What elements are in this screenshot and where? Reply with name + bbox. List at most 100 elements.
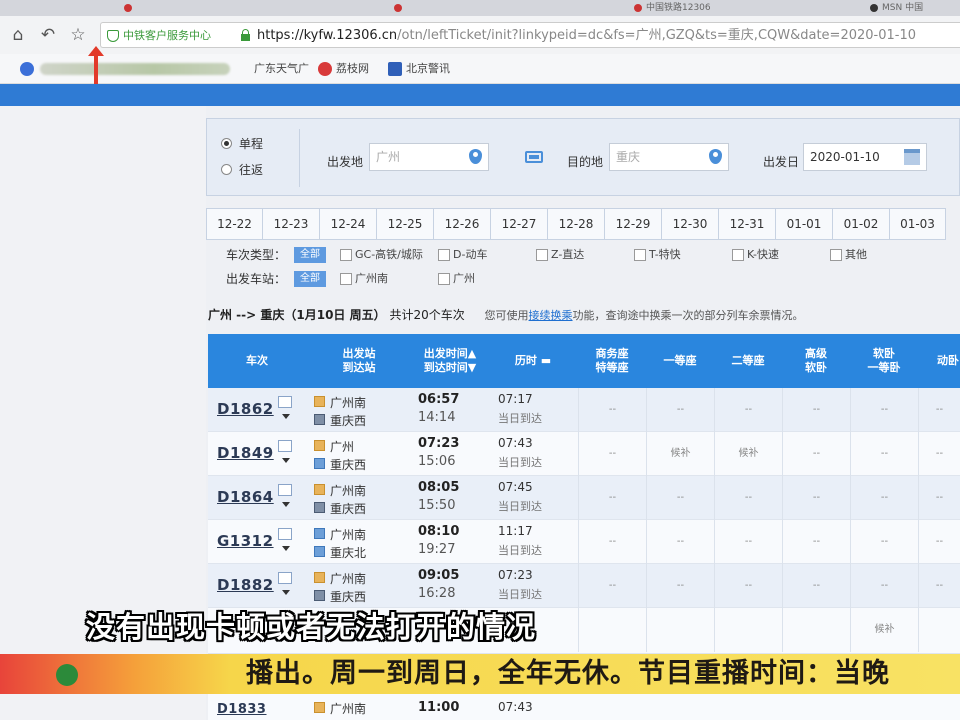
waitlist-cell[interactable]: 候补	[850, 608, 918, 652]
train-number-link[interactable]: D1849	[217, 444, 274, 462]
waitlist-cell[interactable]: 候补	[714, 432, 782, 476]
date-input[interactable]: 2020-01-10	[803, 143, 927, 171]
browser-tab[interactable]: MSN 中国	[866, 0, 923, 16]
date-tab[interactable]: 12-30	[662, 208, 719, 240]
bookmark-item[interactable]: 广东天气广	[236, 61, 309, 77]
train-number-link[interactable]: D1862	[217, 400, 274, 418]
expand-arrow-icon[interactable]	[282, 458, 290, 463]
transfer-tip: 您可使用接续换乘功能，查询途中换乘一次的部分列车余票情况。	[485, 309, 804, 322]
all-stations-button[interactable]: 全部	[294, 271, 326, 287]
seat-cell: --	[578, 388, 646, 432]
browser-tab[interactable]	[120, 0, 136, 16]
tab-label: MSN 中国	[882, 3, 924, 13]
train-info-icon[interactable]	[278, 572, 292, 584]
filter-checkbox[interactable]: GC-高铁/城际	[340, 246, 423, 264]
date-tab[interactable]: 12-26	[434, 208, 491, 240]
train-info-icon[interactable]	[278, 484, 292, 496]
bookmark-item[interactable]: 北京警讯	[388, 61, 450, 77]
waitlist-cell[interactable]: 候补	[646, 432, 714, 476]
arrive-day: 当日到达	[498, 544, 542, 557]
train-number-link[interactable]: G1312	[217, 532, 274, 550]
filter-checkbox[interactable]: 其他	[830, 246, 867, 264]
seat-cell: --	[714, 520, 782, 564]
roundtrip-radio[interactable]: 往返	[221, 163, 263, 177]
arrival-time: 15:50	[418, 498, 456, 513]
date-tab[interactable]: 12-31	[719, 208, 776, 240]
date-tab[interactable]: 12-22	[206, 208, 263, 240]
end-station-icon	[314, 502, 325, 513]
date-tab[interactable]: 01-02	[833, 208, 890, 240]
col-label: 高级	[805, 347, 827, 360]
expand-arrow-icon[interactable]	[282, 502, 290, 507]
date-tab[interactable]: 12-29	[605, 208, 662, 240]
col-train[interactable]: 车次	[208, 334, 306, 388]
to-station: 重庆西	[314, 500, 366, 517]
train-number-link[interactable]: D1864	[217, 488, 274, 506]
bookmark-item[interactable]	[20, 61, 38, 77]
filter-checkbox[interactable]: D-动车	[438, 246, 487, 264]
bookmark-item[interactable]: 荔枝网	[318, 61, 369, 77]
col-duration[interactable]: 历时 ▬	[488, 334, 578, 388]
back-icon[interactable]: ↶	[38, 25, 58, 45]
browser-tab[interactable]: 中国铁路12306	[630, 0, 711, 16]
train-info-icon[interactable]	[278, 396, 292, 408]
station-filter: 出发车站： 全部 广州南 广州	[226, 270, 960, 288]
tab-label: 中国铁路12306	[646, 3, 711, 13]
station-checkbox[interactable]: 广州	[438, 270, 475, 288]
ev-cert-badge[interactable]: 中铁客户服务中心	[105, 27, 229, 45]
favorite-star-icon[interactable]: ☆	[68, 25, 88, 45]
date-tab[interactable]: 12-24	[320, 208, 377, 240]
filter-checkbox[interactable]: Z-直达	[536, 246, 584, 264]
col-soft-sleeper: 软卧 一等卧	[850, 334, 918, 388]
transfer-link[interactable]: 接续换乘	[529, 309, 573, 322]
browser-tab[interactable]	[390, 0, 406, 16]
date-tab[interactable]: 01-03	[890, 208, 946, 240]
news-ticker: 播出。周一到周日，全年无休。节目重播时间：当晚	[0, 654, 960, 694]
all-types-button[interactable]: 全部	[294, 247, 326, 263]
train-info-icon[interactable]	[278, 440, 292, 452]
from-label: 出发地	[327, 155, 364, 169]
date-tab[interactable]: 12-23	[263, 208, 320, 240]
col-times[interactable]: 出发时间▲ 到达时间▼	[412, 334, 488, 388]
seat-cell	[782, 608, 850, 652]
police-icon	[388, 62, 402, 76]
departure-time: 08:05	[418, 480, 460, 495]
train-info-icon[interactable]	[278, 528, 292, 540]
oneway-radio[interactable]: 单程	[221, 137, 263, 151]
train-number-link[interactable]: D1882	[217, 576, 274, 594]
location-pin-icon[interactable]	[709, 149, 722, 164]
filter-checkbox[interactable]: K-快速	[732, 246, 779, 264]
date-tab[interactable]: 12-25	[377, 208, 434, 240]
station-name: 广州南	[330, 702, 367, 716]
home-icon[interactable]: ⌂	[8, 25, 28, 45]
seat-cell: --	[578, 432, 646, 476]
from-station: 广州南	[314, 570, 366, 587]
from-station: 广州南	[314, 482, 366, 499]
train-number-link[interactable]: D1833	[217, 702, 266, 717]
ticker-text: 播出。周一到周日，全年无休。节目重播时间：当晚	[246, 658, 890, 689]
divider	[299, 129, 300, 187]
seat-cell: --	[850, 520, 918, 564]
expand-arrow-icon[interactable]	[282, 414, 290, 419]
expand-arrow-icon[interactable]	[282, 590, 290, 595]
calendar-icon[interactable]	[904, 149, 920, 165]
from-station-input[interactable]: 广州	[369, 143, 489, 171]
date-tab[interactable]: 12-28	[548, 208, 605, 240]
from-station: 广州	[314, 438, 354, 455]
filter-checkbox[interactable]: T-特快	[634, 246, 681, 264]
to-station-input[interactable]: 重庆	[609, 143, 729, 171]
date-tab[interactable]: 01-01	[776, 208, 833, 240]
tab-favicon-icon	[124, 4, 132, 12]
radio-checked-icon	[221, 138, 232, 149]
filter-label: 车次类型：	[226, 248, 287, 262]
station-checkbox[interactable]: 广州南	[340, 270, 388, 288]
url-input[interactable]: 中铁客户服务中心 https://kyfw.12306.cn/otn/leftT…	[100, 22, 960, 48]
msn-icon	[870, 4, 878, 12]
date-tab[interactable]: 12-27	[491, 208, 548, 240]
location-pin-icon[interactable]	[469, 149, 482, 164]
pass-station-icon	[314, 458, 325, 469]
swap-stations-icon[interactable]	[525, 151, 543, 163]
duration: 07:17	[498, 392, 533, 406]
bookmark-label: 荔枝网	[336, 62, 369, 75]
expand-arrow-icon[interactable]	[282, 546, 290, 551]
